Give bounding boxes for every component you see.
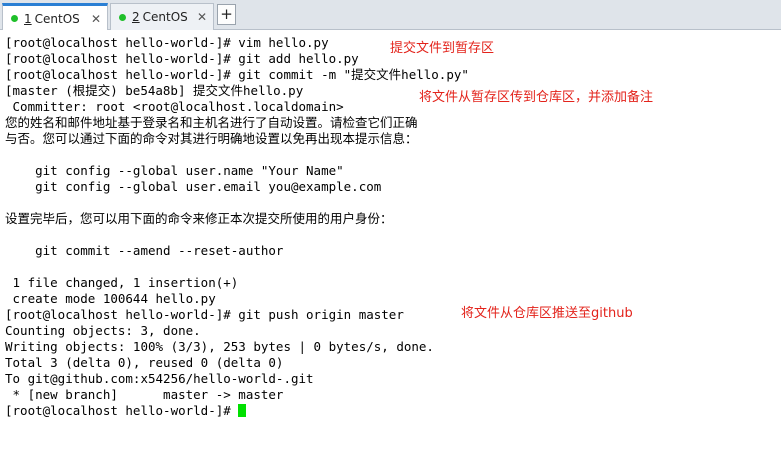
terminal-output[interactable]: [root@localhost hello-world-]# vim hello… — [0, 30, 781, 455]
terminal-line: [master (根提交) be54a8b] 提交文件hello.py — [5, 83, 304, 98]
annotation-add: 提交文件到暂存区 — [390, 41, 495, 56]
terminal-line: To git@github.com:x54256/hello-world-.gi… — [5, 371, 314, 386]
tab-centos-2[interactable]: 2 CentOS ✕ — [110, 3, 214, 30]
terminal-line: 设置完毕后，您可以用下面的命令来修正本次提交所使用的用户身份： — [5, 211, 393, 226]
terminal-cursor — [238, 404, 247, 417]
connected-status-icon — [119, 13, 126, 21]
terminal-line: git config --global user.email you@examp… — [5, 179, 382, 194]
terminal-line: [root@localhost hello-world-]# git push … — [5, 307, 404, 322]
tab-number: 2 — [132, 10, 140, 24]
terminal-line: Committer: root <root@localhost.localdom… — [5, 99, 344, 114]
terminal-line: Writing objects: 100% (3/3), 253 bytes |… — [5, 339, 434, 354]
close-tab-icon[interactable]: ✕ — [88, 12, 104, 26]
terminal-line: Counting objects: 3, done. — [5, 323, 201, 338]
terminal-line: [root@localhost hello-world-]# git commi… — [5, 67, 469, 82]
terminal-prompt: [root@localhost hello-world-]# — [5, 403, 239, 418]
annotation-commit: 将文件从暂存区传到仓库区，并添加备注 — [419, 90, 654, 105]
terminal-line: git commit --amend --reset-author — [5, 243, 284, 258]
close-tab-icon[interactable]: ✕ — [194, 10, 210, 24]
tab-label: CentOS — [142, 10, 188, 24]
tab-label: CentOS — [34, 11, 80, 26]
terminal-line: create mode 100644 hello.py — [5, 291, 216, 306]
terminal-line: Total 3 (delta 0), reused 0 (delta 0) — [5, 355, 284, 370]
add-tab-button[interactable]: + — [217, 4, 236, 25]
terminal-prompt-line: [root@localhost hello-world-]# — [5, 403, 247, 419]
connected-status-icon — [11, 15, 18, 22]
terminal-line: [root@localhost hello-world-]# vim hello… — [5, 35, 329, 50]
tab-centos-1[interactable]: 1 CentOS ✕ — [2, 3, 108, 31]
terminal-line: 与否。您可以通过下面的命令对其进行明确地设置以免再出现本提示信息： — [5, 131, 418, 146]
tab-number: 1 — [24, 11, 32, 26]
terminal-line: * [new branch] master -> master — [5, 387, 284, 402]
terminal-line: 1 file changed, 1 insertion(+) — [5, 275, 239, 290]
terminal-line: git config --global user.name "Your Name… — [5, 163, 344, 178]
terminal-line: 您的姓名和邮件地址基于登录名和主机名进行了自动设置。请检查它们正确 — [5, 115, 418, 130]
annotation-push: 将文件从仓库区推送至github — [461, 306, 633, 321]
terminal-line: [root@localhost hello-world-]# git add h… — [5, 51, 359, 66]
tab-bar: 1 CentOS ✕ 2 CentOS ✕ + — [0, 0, 781, 31]
